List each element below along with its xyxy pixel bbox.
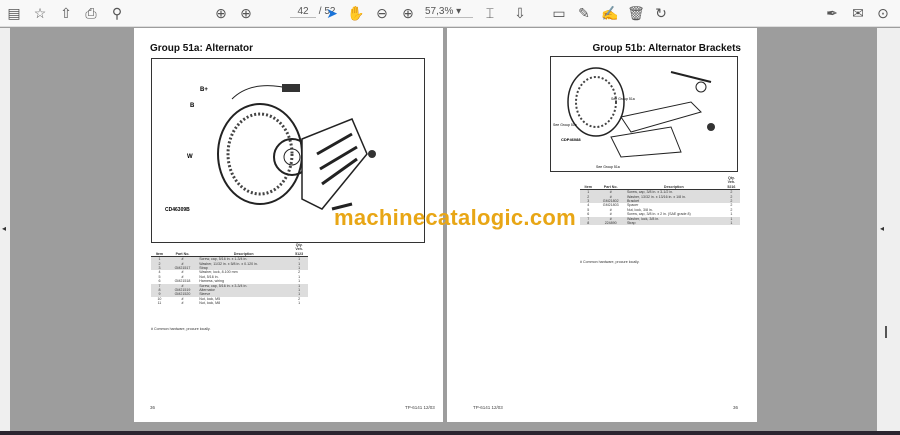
hand-tool-icon[interactable]: ✋ xyxy=(346,4,366,22)
cell-desc: Nut, lock, M8 xyxy=(199,301,221,306)
page-title: Group 51a: Alternator xyxy=(150,43,253,54)
see-group-label: See Group 51a xyxy=(596,165,620,169)
zoom-select[interactable]: 57,3% ▾ xyxy=(425,6,473,18)
comment-icon[interactable]: ▭ xyxy=(549,4,569,22)
table-note: # Common hardware, procure locally. xyxy=(580,260,640,264)
cell-item: 11 xyxy=(157,301,162,306)
select-cursor-icon[interactable]: ➤ xyxy=(322,4,342,22)
highlight-pen-icon[interactable]: ✎ xyxy=(574,4,594,22)
cell-qty: 1 xyxy=(298,301,301,306)
scroll-mode-icon[interactable]: ⇩ xyxy=(510,4,530,22)
right-panel-strip: ◂ xyxy=(877,28,900,432)
parts-table: Qty. Veh. Item Part No. Description 5216 1 #… xyxy=(580,176,740,226)
fit-page-icon[interactable]: ⌶ xyxy=(480,4,500,22)
scrollbar-thumb[interactable] xyxy=(885,326,887,338)
previous-page-icon[interactable]: ⊕ xyxy=(211,4,231,22)
page-number: 36 xyxy=(150,405,156,410)
page-number: 36 xyxy=(733,405,739,410)
delete-icon[interactable]: 🗑 xyxy=(626,4,646,22)
save-icon[interactable]: ▤ xyxy=(4,4,24,22)
brackets-figure: See Group 51a See Group 51a See Group 51… xyxy=(550,56,738,172)
page-title: Group 51b: Alternator Brackets xyxy=(592,43,741,54)
fill-sign-icon[interactable]: ✒ xyxy=(822,4,842,22)
expand-left-panel-icon[interactable]: ◂ xyxy=(2,224,6,233)
callout-b: B xyxy=(190,103,195,109)
email-icon[interactable]: ✉ xyxy=(848,4,868,22)
cloud-upload-icon[interactable]: ⇧ xyxy=(56,4,76,22)
left-panel-strip: ◂ xyxy=(0,28,10,432)
table-note: # Common hardware, procure locally. xyxy=(151,327,211,331)
cell-part: # xyxy=(181,301,184,306)
print-icon[interactable]: ⎙ xyxy=(81,4,101,22)
toolbar: ▤ ☆ ⇧ ⎙ ⚲ ⊕ ⊕ / 52 ➤ ✋ ⊖ ⊕ 57,3% ▾ ⌶ ⇩ ▭… xyxy=(0,0,900,27)
zoom-out-icon[interactable]: ⊖ xyxy=(372,4,392,22)
taskbar xyxy=(0,431,900,435)
brackets-drawing xyxy=(567,67,715,158)
zoom-level: 57,3% xyxy=(425,6,454,17)
bookmark-star-icon[interactable]: ☆ xyxy=(30,4,50,22)
watermark: machinecatalogic.com xyxy=(334,205,576,230)
callout-b-plus: B+ xyxy=(200,87,208,93)
rotate-icon[interactable]: ↻ xyxy=(651,4,671,22)
zoom-in-icon[interactable]: ⊕ xyxy=(398,4,418,22)
cell-desc: Strap xyxy=(624,221,723,226)
figure-code: CDP46088 xyxy=(561,137,581,142)
page-number-input[interactable] xyxy=(290,6,316,18)
parts-table: Qty. Veh. Item Part No. Description 5123 1 #… xyxy=(151,243,308,306)
figure-code: CD46309B xyxy=(165,207,190,213)
doc-code: TP-6141 12/03 xyxy=(405,405,435,410)
see-group-label: See Group 51a xyxy=(611,97,635,101)
cell-qty: 1 xyxy=(722,221,740,226)
search-icon[interactable]: ⚲ xyxy=(107,4,127,22)
cell-item: 8 xyxy=(580,221,597,226)
see-group-label: See Group 51a xyxy=(553,123,577,127)
table-row: 8 224890 Strap 1 xyxy=(580,221,740,226)
callout-w: W xyxy=(187,154,193,160)
sign-icon[interactable]: ✍ xyxy=(600,4,620,22)
doc-code: TP-6141 12/03 xyxy=(473,405,503,410)
next-page-icon[interactable]: ⊕ xyxy=(236,4,256,22)
cell-part: 224890 xyxy=(596,221,625,226)
table-row: 11 # Nut, lock, M8 1 xyxy=(151,301,308,305)
account-icon[interactable]: ⊙ xyxy=(873,4,893,22)
expand-right-panel-icon[interactable]: ◂ xyxy=(880,224,884,233)
